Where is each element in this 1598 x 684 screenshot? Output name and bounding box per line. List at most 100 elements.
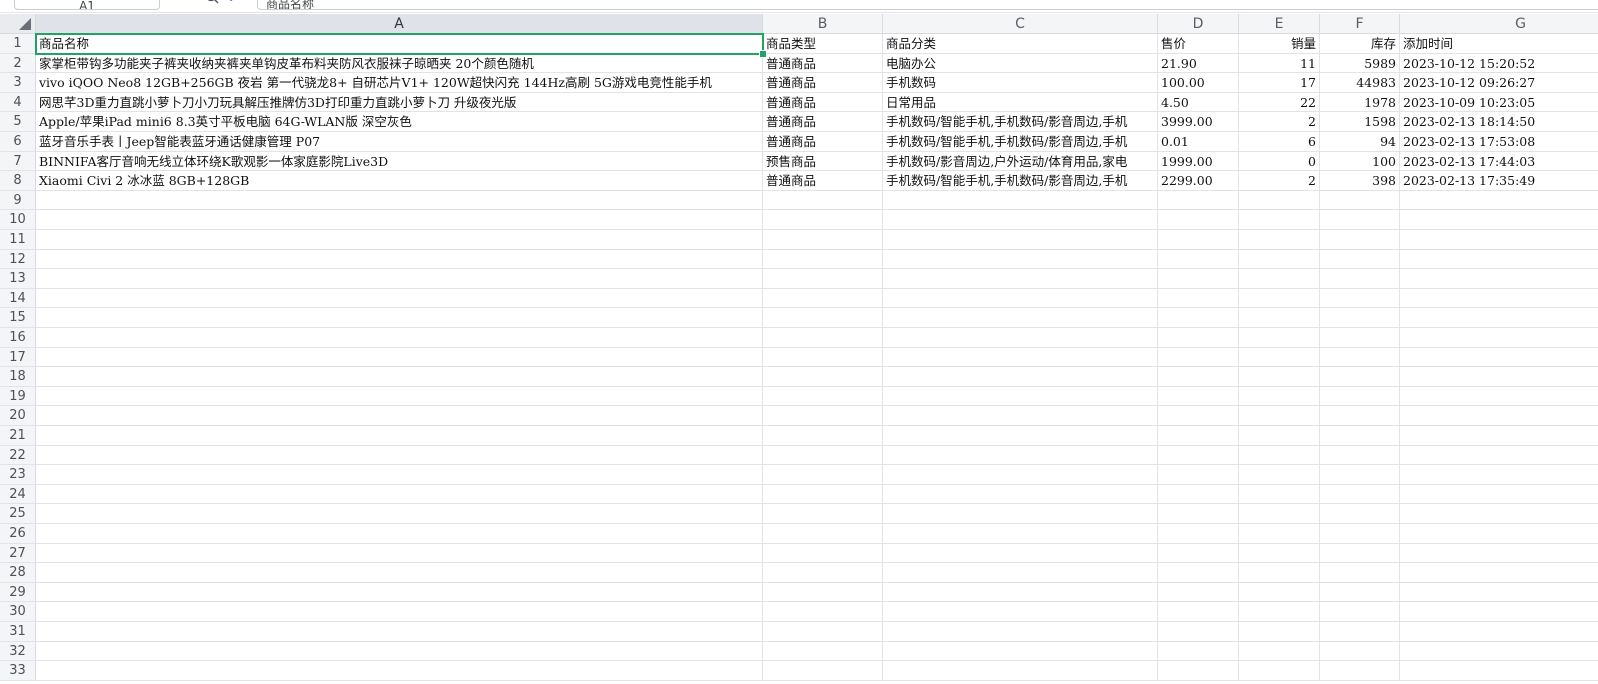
row-header-13[interactable]: 13 [0,269,36,289]
cell-d5[interactable]: 3999.00 [1158,112,1239,132]
cell-c23[interactable] [883,465,1158,485]
cell-f21[interactable] [1320,426,1400,446]
column-header-g[interactable]: G [1400,14,1598,34]
cell-b7[interactable]: 预售商品 [763,151,883,172]
cell-c26[interactable] [883,524,1158,544]
cell-b30[interactable] [763,602,883,622]
cell-f4[interactable]: 1978 [1320,92,1400,113]
cell-g16[interactable] [1400,328,1598,348]
cell-c5[interactable]: 手机数码/智能手机,手机数码/影音周边,手机 [883,112,1158,132]
cell-e12[interactable] [1239,249,1320,270]
cell-e13[interactable] [1239,269,1320,289]
cell-b23[interactable] [763,465,883,485]
cell-d6[interactable]: 0.01 [1158,132,1239,152]
cell-c20[interactable] [883,406,1158,426]
cell-c17[interactable] [883,347,1158,368]
cell-b31[interactable] [763,622,883,642]
cell-c12[interactable] [883,249,1158,270]
cell-d16[interactable] [1158,328,1239,348]
cell-f15[interactable] [1320,308,1400,328]
row-header-4[interactable]: 4 [0,92,36,113]
cell-g5[interactable]: 2023-02-13 18:14:50 [1400,112,1598,132]
cell-a6[interactable]: 蓝牙音乐手表丨Jeep智能表蓝牙通话健康管理 P07 [36,132,763,152]
column-header-b[interactable]: B [763,14,883,34]
row-header-29[interactable]: 29 [0,582,36,603]
cell-d33[interactable] [1158,661,1239,681]
row-header-5[interactable]: 5 [0,112,36,132]
cell-e28[interactable] [1239,563,1320,583]
cell-e22[interactable] [1239,445,1320,466]
cell-c25[interactable] [883,504,1158,524]
cell-e11[interactable] [1239,230,1320,250]
cell-d10[interactable] [1158,210,1239,230]
column-header-a[interactable]: A [36,14,763,34]
cell-f23[interactable] [1320,465,1400,485]
cell-e9[interactable] [1239,190,1320,211]
cell-d25[interactable] [1158,504,1239,524]
cell-f18[interactable] [1320,367,1400,387]
cell-f29[interactable] [1320,582,1400,603]
cell-c6[interactable]: 手机数码/智能手机,手机数码/影音周边,手机 [883,132,1158,152]
row-header-15[interactable]: 15 [0,308,36,328]
cell-g27[interactable] [1400,544,1598,564]
cell-b11[interactable] [763,230,883,250]
cell-e27[interactable] [1239,543,1320,564]
cell-b26[interactable] [763,524,883,544]
row-header-23[interactable]: 23 [0,465,36,485]
cell-g8[interactable]: 2023-02-13 17:35:49 [1400,171,1598,191]
row-header-16[interactable]: 16 [0,328,36,348]
cell-c32[interactable] [883,641,1158,662]
cell-g24[interactable] [1400,485,1598,505]
cell-d19[interactable] [1158,386,1239,407]
cell-g15[interactable] [1400,308,1598,328]
cell-d32[interactable] [1158,641,1239,662]
cell-f33[interactable] [1320,661,1400,681]
cell-e26[interactable] [1239,524,1320,544]
cell-g3[interactable]: 2023-10-12 09:26:27 [1400,73,1598,93]
cell-f11[interactable] [1320,230,1400,250]
cell-b4[interactable]: 普通商品 [763,92,883,113]
column-header-e[interactable]: E [1239,14,1320,34]
cell-a20[interactable] [36,406,763,426]
cell-f5[interactable]: 1598 [1320,112,1400,132]
cell-d8[interactable]: 2299.00 [1158,171,1239,191]
cell-f28[interactable] [1320,563,1400,583]
cell-g33[interactable] [1400,661,1598,681]
cell-d30[interactable] [1158,602,1239,622]
cell-c3[interactable]: 手机数码 [883,73,1158,93]
cell-g32[interactable] [1400,642,1598,662]
cell-d15[interactable] [1158,308,1239,328]
row-header-27[interactable]: 27 [0,543,36,564]
cell-f32[interactable] [1320,641,1400,662]
cell-c2[interactable]: 电脑办公 [883,53,1158,74]
cell-a11[interactable] [36,230,763,250]
row-header-25[interactable]: 25 [0,504,36,524]
cell-g9[interactable] [1400,191,1598,211]
cell-d4[interactable]: 4.50 [1158,92,1239,113]
cell-f6[interactable]: 94 [1320,132,1400,152]
cell-b1[interactable]: 商品类型 [763,34,883,54]
search-icon[interactable] [205,0,219,4]
cell-e31[interactable] [1239,622,1320,642]
cell-d18[interactable] [1158,367,1239,387]
cell-c8[interactable]: 手机数码/智能手机,手机数码/影音周边,手机 [883,171,1158,191]
cell-c22[interactable] [883,445,1158,466]
cell-a2[interactable]: 家掌柜带钩多功能夹子裤夹收纳夹裤夹单钩皮革布料夹防风衣服袜子晾晒夹 20个颜色随… [36,53,763,74]
cell-e8[interactable]: 2 [1239,171,1320,191]
cell-a4[interactable]: 网思芊3D重力直跳小萝卜刀小刀玩具解压推牌仿3D打印重力直跳小萝卜刀 升级夜光版 [36,92,763,113]
cell-a32[interactable] [36,641,763,662]
row-header-10[interactable]: 10 [0,210,36,230]
cell-d7[interactable]: 1999.00 [1158,151,1239,172]
cell-a27[interactable] [36,543,763,564]
cell-f10[interactable] [1320,210,1400,230]
cell-d17[interactable] [1158,347,1239,368]
cell-c24[interactable] [883,484,1158,505]
cell-d2[interactable]: 21.90 [1158,53,1239,74]
row-header-30[interactable]: 30 [0,602,36,622]
cell-b13[interactable] [763,269,883,289]
cell-d28[interactable] [1158,563,1239,583]
cell-f2[interactable]: 5989 [1320,53,1400,74]
cell-e25[interactable] [1239,504,1320,524]
cell-f30[interactable] [1320,602,1400,622]
cell-b29[interactable] [763,582,883,603]
